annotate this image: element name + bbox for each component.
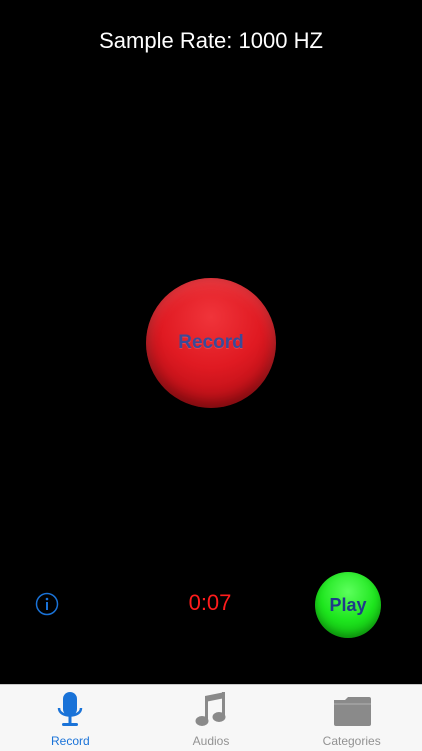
record-button-label: Record <box>178 332 244 353</box>
tab-audios[interactable]: Audios <box>141 685 282 751</box>
tab-audios-label: Audios <box>192 734 230 748</box>
folder-icon <box>330 690 374 730</box>
tab-categories-label: Categories <box>322 734 381 748</box>
music-note-icon <box>189 690 233 730</box>
play-button[interactable]: Play <box>315 572 381 638</box>
info-circle-icon <box>35 592 59 616</box>
play-button-label: Play <box>329 594 367 615</box>
recording-timer: 0:07 <box>188 590 232 615</box>
microphone-icon <box>48 690 92 730</box>
tab-record[interactable]: Record <box>0 685 141 751</box>
tab-categories[interactable]: Categories <box>281 685 422 751</box>
record-button[interactable]: Record <box>146 278 276 408</box>
tab-record-label: Record <box>50 734 90 748</box>
sample-rate-title: Sample Rate: 1000 HZ <box>99 28 323 53</box>
info-button[interactable] <box>35 592 59 616</box>
tab-bar: Record Audios Categories <box>0 684 422 751</box>
